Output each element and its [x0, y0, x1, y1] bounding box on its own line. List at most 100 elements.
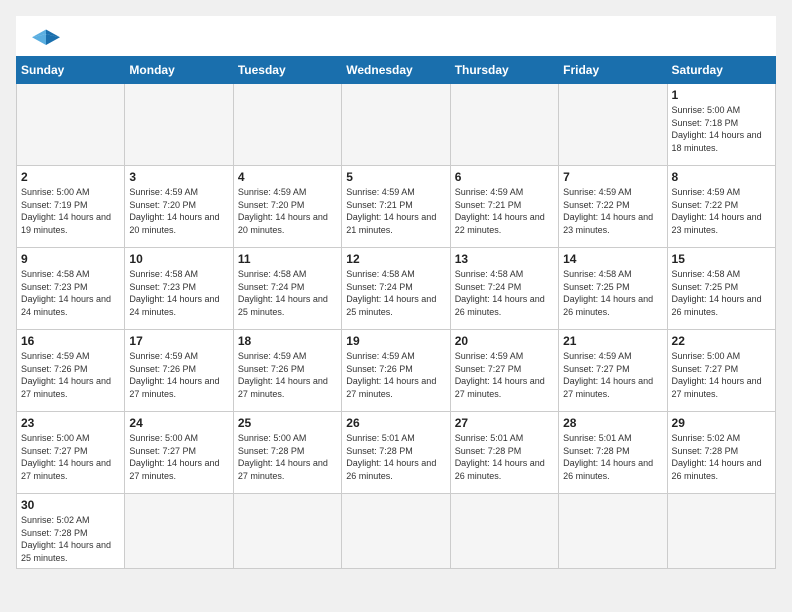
- sunset-text: Sunset: 7:27 PM: [455, 364, 522, 374]
- calendar-cell: [450, 84, 558, 166]
- day-info: Sunrise: 4:58 AMSunset: 7:24 PMDaylight:…: [346, 268, 445, 318]
- sunset-text: Sunset: 7:27 PM: [129, 446, 196, 456]
- calendar-week-row: 2Sunrise: 5:00 AMSunset: 7:19 PMDaylight…: [17, 166, 776, 248]
- day-info: Sunrise: 4:58 AMSunset: 7:23 PMDaylight:…: [129, 268, 228, 318]
- daylight-text: Daylight: 14 hours and 26 minutes.: [455, 294, 545, 317]
- day-number: 21: [563, 334, 662, 348]
- day-info: Sunrise: 4:59 AM Sunset: 7:26 PM Daylight:…: [346, 350, 445, 400]
- sunrise-text: Sunrise: 5:00 AM: [238, 433, 307, 443]
- day-info: Sunrise: 4:59 AM Sunset: 7:21 PM Daylight:…: [455, 186, 554, 236]
- sunrise-text: Sunrise: 4:58 AM: [129, 269, 198, 279]
- calendar-cell: 21Sunrise: 4:59 AMSunset: 7:27 PMDayligh…: [559, 330, 667, 412]
- sunset-text: Sunset: 7:21 PM: [455, 200, 522, 210]
- sunset-text: Sunset: 7:20 PM: [238, 200, 305, 210]
- calendar-cell: 10Sunrise: 4:58 AMSunset: 7:23 PMDayligh…: [125, 248, 233, 330]
- day-number: 28: [563, 416, 662, 430]
- day-number: 19: [346, 334, 445, 348]
- calendar-cell: 9Sunrise: 4:58 AMSunset: 7:23 PMDaylight…: [17, 248, 125, 330]
- day-info: Sunrise: 4:59 AM Sunset: 7:27 PM Daylight:…: [455, 350, 554, 400]
- sunrise-text: Sunrise: 4:59 AM: [455, 187, 524, 197]
- day-number: 6: [455, 170, 554, 184]
- sunset-text: Sunset: 7:26 PM: [129, 364, 196, 374]
- daylight-text: Daylight: 14 hours and 27 minutes.: [455, 376, 545, 399]
- calendar-cell: 3Sunrise: 4:59 AMSunset: 7:20 PMDaylight…: [125, 166, 233, 248]
- sunrise-text: Sunrise: 4:59 AM: [238, 351, 307, 361]
- day-info: Sunrise: 4:58 AMSunset: 7:24 PMDaylight:…: [455, 268, 554, 318]
- day-info: Sunrise: 5:00 AMSunset: 7:27 PMDaylight:…: [21, 432, 120, 482]
- day-number: 3: [129, 170, 228, 184]
- sunrise-text: Sunrise: 5:00 AM: [21, 187, 90, 197]
- daylight-text: Daylight: 14 hours and 27 minutes.: [346, 376, 436, 399]
- day-number: 27: [455, 416, 554, 430]
- daylight-text: Daylight: 14 hours and 26 minutes.: [563, 294, 653, 317]
- weekday-header-tuesday: Tuesday: [233, 57, 341, 84]
- calendar-cell: 6 Sunrise: 4:59 AM Sunset: 7:21 PM Daylight…: [450, 166, 558, 248]
- calendar-cell: 13Sunrise: 4:58 AMSunset: 7:24 PMDayligh…: [450, 248, 558, 330]
- sunset-text: Sunset: 7:25 PM: [672, 282, 739, 292]
- day-number: 9: [21, 252, 120, 266]
- day-info: Sunrise: 4:58 AMSunset: 7:25 PMDaylight:…: [563, 268, 662, 318]
- day-info: Sunrise: 4:59 AMSunset: 7:26 PMDaylight:…: [129, 350, 228, 400]
- sunrise-text: Sunrise: 4:58 AM: [238, 269, 307, 279]
- calendar-cell: 20 Sunrise: 4:59 AM Sunset: 7:27 PM Dayligh…: [450, 330, 558, 412]
- sunrise-text: Sunrise: 4:58 AM: [21, 269, 90, 279]
- sunset-text: Sunset: 7:19 PM: [21, 200, 88, 210]
- daylight-text: Daylight: 14 hours and 22 minutes.: [455, 212, 545, 235]
- daylight-text: Daylight: 14 hours and 26 minutes.: [346, 458, 436, 481]
- day-info: Sunrise: 5:02 AMSunset: 7:28 PMDaylight:…: [21, 514, 120, 564]
- weekday-header-saturday: Saturday: [667, 57, 775, 84]
- sunrise-text: Sunrise: 4:59 AM: [346, 351, 415, 361]
- sunrise-text: Sunrise: 4:59 AM: [455, 351, 524, 361]
- calendar-cell: 2Sunrise: 5:00 AMSunset: 7:19 PMDaylight…: [17, 166, 125, 248]
- sunset-text: Sunset: 7:23 PM: [21, 282, 88, 292]
- calendar-cell: 8Sunrise: 4:59 AMSunset: 7:22 PMDaylight…: [667, 166, 775, 248]
- sunset-text: Sunset: 7:24 PM: [346, 282, 413, 292]
- calendar-cell: 12Sunrise: 4:58 AMSunset: 7:24 PMDayligh…: [342, 248, 450, 330]
- sunrise-text: Sunrise: 4:59 AM: [672, 187, 741, 197]
- weekday-header-friday: Friday: [559, 57, 667, 84]
- day-number: 16: [21, 334, 120, 348]
- weekday-header-wednesday: Wednesday: [342, 57, 450, 84]
- calendar-week-row: 16 Sunrise: 4:59 AM Sunset: 7:26 PM Dayligh…: [17, 330, 776, 412]
- day-number: 20: [455, 334, 554, 348]
- sunset-text: Sunset: 7:28 PM: [21, 528, 88, 538]
- calendar-cell: 29Sunrise: 5:02 AMSunset: 7:28 PMDayligh…: [667, 412, 775, 494]
- day-number: 5: [346, 170, 445, 184]
- weekday-header-thursday: Thursday: [450, 57, 558, 84]
- day-number: 11: [238, 252, 337, 266]
- daylight-text: Daylight: 14 hours and 26 minutes.: [563, 458, 653, 481]
- day-number: 22: [672, 334, 771, 348]
- daylight-text: Daylight: 14 hours and 27 minutes.: [563, 376, 653, 399]
- sunset-text: Sunset: 7:26 PM: [346, 364, 413, 374]
- sunset-text: Sunset: 7:21 PM: [346, 200, 413, 210]
- sunrise-text: Sunrise: 5:01 AM: [455, 433, 524, 443]
- calendar-cell: 28 Sunrise: 5:01 AMSunset: 7:28 PMDayligh…: [559, 412, 667, 494]
- sunset-text: Sunset: 7:24 PM: [455, 282, 522, 292]
- day-number: 12: [346, 252, 445, 266]
- day-info: Sunrise: 4:59 AMSunset: 7:21 PMDaylight:…: [346, 186, 445, 236]
- day-number: 15: [672, 252, 771, 266]
- calendar-cell: 25Sunrise: 5:00 AMSunset: 7:28 PMDayligh…: [233, 412, 341, 494]
- calendar-header: [16, 16, 776, 56]
- calendar-week-row: 1Sunrise: 5:00 AMSunset: 7:18 PMDaylight…: [17, 84, 776, 166]
- calendar-cell: 24Sunrise: 5:00 AMSunset: 7:27 PMDayligh…: [125, 412, 233, 494]
- day-info: Sunrise: 5:01 AMSunset: 7:28 PMDaylight:…: [563, 432, 662, 482]
- day-info: Sunrise: 5:01 AMSunset: 7:28 PMDaylight:…: [346, 432, 445, 482]
- sunset-text: Sunset: 7:27 PM: [672, 364, 739, 374]
- calendar-cell: [342, 494, 450, 569]
- sunrise-text: Sunrise: 5:00 AM: [672, 105, 741, 115]
- day-info: Sunrise: 4:58 AMSunset: 7:25 PMDaylight:…: [672, 268, 771, 318]
- daylight-text: Daylight: 14 hours and 19 minutes.: [21, 212, 111, 235]
- logo: [32, 26, 64, 50]
- day-info: Sunrise: 4:59 AMSunset: 7:22 PMDaylight:…: [563, 186, 662, 236]
- calendar-cell: 11Sunrise: 4:58 AMSunset: 7:24 PMDayligh…: [233, 248, 341, 330]
- calendar-cell: 23Sunrise: 5:00 AMSunset: 7:27 PMDayligh…: [17, 412, 125, 494]
- calendar-week-row: 9Sunrise: 4:58 AMSunset: 7:23 PMDaylight…: [17, 248, 776, 330]
- sunrise-text: Sunrise: 4:58 AM: [346, 269, 415, 279]
- sunset-text: Sunset: 7:28 PM: [346, 446, 413, 456]
- sunset-text: Sunset: 7:25 PM: [563, 282, 630, 292]
- calendar-cell: 30Sunrise: 5:02 AMSunset: 7:28 PMDayligh…: [17, 494, 125, 569]
- sunset-text: Sunset: 7:22 PM: [563, 200, 630, 210]
- sunrise-text: Sunrise: 4:59 AM: [21, 351, 90, 361]
- weekday-header-sunday: Sunday: [17, 57, 125, 84]
